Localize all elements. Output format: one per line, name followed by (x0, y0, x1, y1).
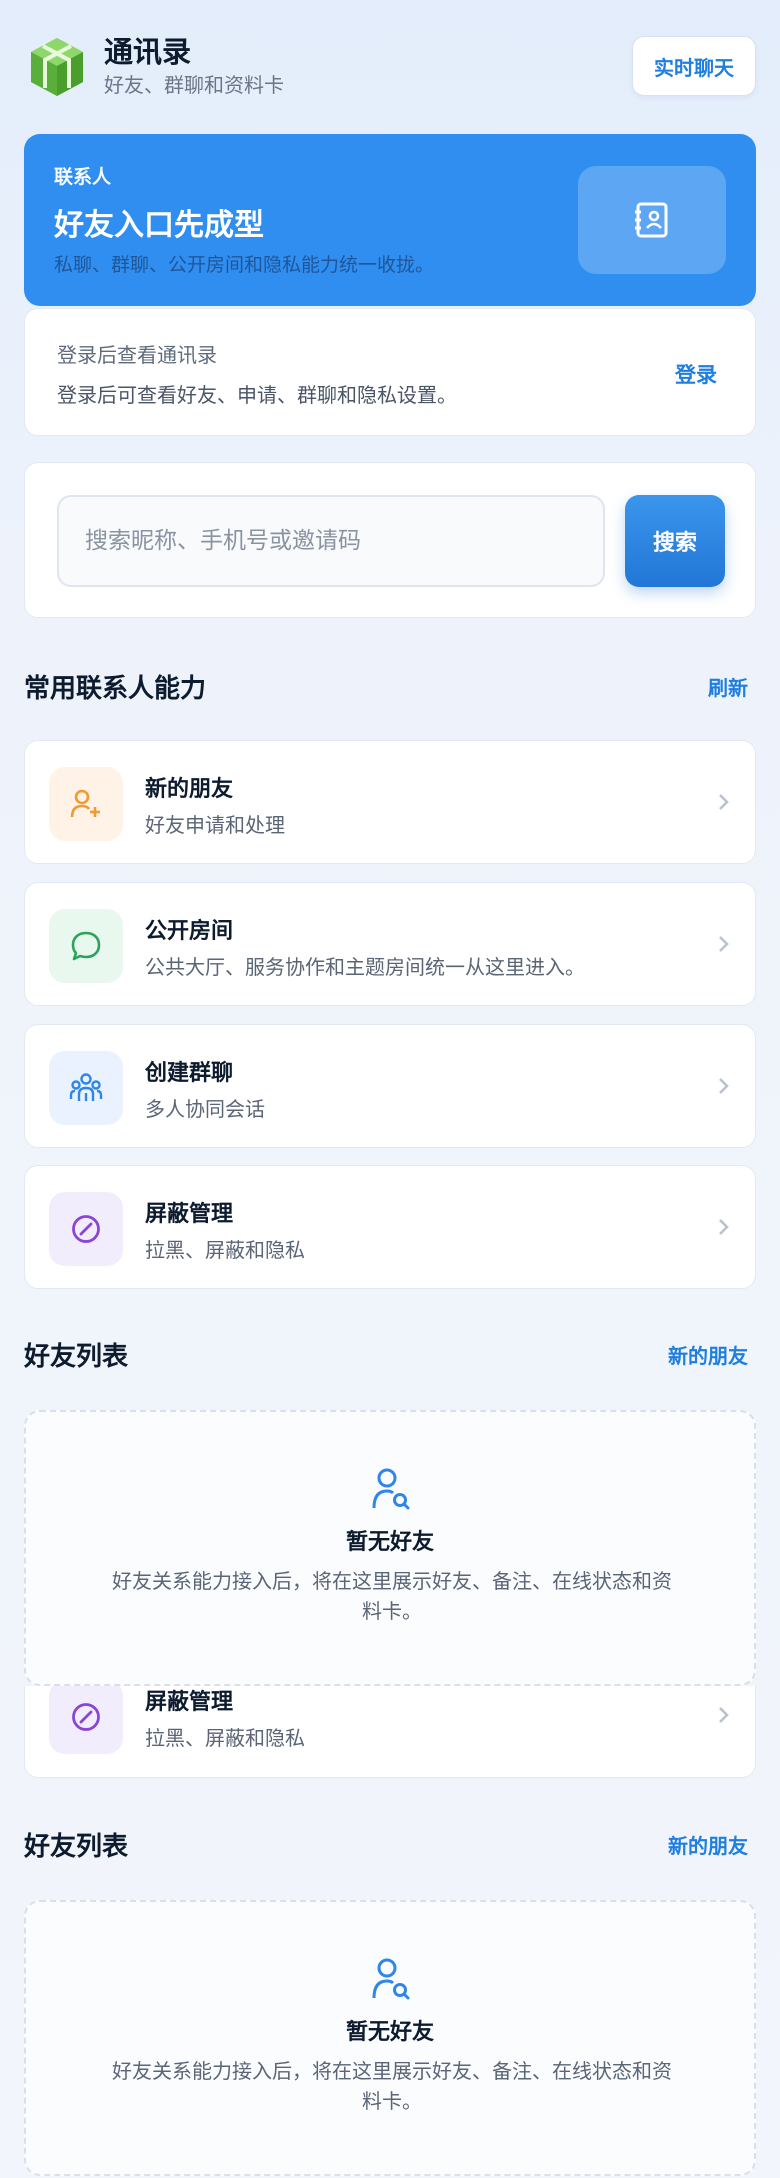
chevron-right-icon (719, 1707, 729, 1723)
login-button[interactable]: 登录 (675, 359, 717, 389)
friends-section-header: 好友列表 新的朋友 (24, 1826, 756, 1866)
login-card: 登录后查看通讯录 登录后可查看好友、申请、群聊和隐私设置。 登录 (24, 308, 756, 436)
feature-description: 多人协同会话 (145, 1097, 265, 1121)
feature-new-friends[interactable]: 新的朋友 好友申请和处理 (24, 740, 756, 864)
refresh-button[interactable]: 刷新 (708, 672, 748, 701)
feature-title: 屏蔽管理 (145, 1202, 234, 1227)
app-title: 通讯录 (104, 35, 192, 69)
empty-description: 好友关系能力接入后，将在这里展示好友、备注、在线状态和资料卡。 (112, 2059, 672, 2113)
app-header: 通讯录 好友、群聊和资料卡 实时聊天 (28, 34, 756, 100)
new-friends-link[interactable]: 新的朋友 (668, 1830, 748, 1859)
search-input[interactable] (57, 495, 605, 587)
friends-section-title: 好友列表 (24, 1342, 129, 1372)
hero-description: 私聊、群聊、公开房间和隐私能力统一收拢。 (54, 254, 435, 276)
feature-title: 屏蔽管理 (145, 1690, 234, 1715)
add-user-icon (49, 767, 123, 841)
user-search-icon (372, 1958, 410, 2000)
feature-title: 创建群聊 (145, 1061, 234, 1086)
features-section-title: 常用联系人能力 (24, 674, 207, 704)
empty-description: 好友关系能力接入后，将在这里展示好友、备注、在线状态和资料卡。 (112, 1569, 672, 1623)
block-icon (49, 1192, 123, 1266)
chevron-right-icon (719, 1078, 729, 1094)
empty-title: 暂无好友 (345, 2020, 434, 2045)
feature-description: 公共大厅、服务协作和主题房间统一从这里进入。 (145, 955, 585, 979)
block-icon (49, 1686, 123, 1754)
search-button[interactable]: 搜索 (625, 495, 725, 587)
chat-bubble-icon (49, 909, 123, 983)
hero-kicker: 联系人 (54, 166, 112, 188)
feature-description: 拉黑、屏蔽和隐私 (145, 1238, 305, 1262)
hero-title: 好友入口先成型 (54, 208, 264, 243)
chevron-right-icon (719, 794, 729, 810)
login-title: 登录后查看通讯录 (57, 343, 217, 367)
group-icon (49, 1051, 123, 1125)
friends-section-header: 好友列表 新的朋友 (24, 1336, 756, 1376)
feature-public-rooms[interactable]: 公开房间 公共大厅、服务协作和主题房间统一从这里进入。 (24, 882, 756, 1006)
chevron-right-icon (719, 936, 729, 952)
login-description: 登录后可查看好友、申请、群聊和隐私设置。 (57, 383, 457, 407)
feature-block-management[interactable]: 屏蔽管理 拉黑、屏蔽和隐私 (24, 1686, 756, 1778)
chevron-right-icon (719, 1219, 729, 1235)
friends-section-title: 好友列表 (24, 1832, 129, 1862)
feature-title: 新的朋友 (145, 777, 234, 802)
feature-description: 好友申请和处理 (145, 813, 285, 837)
friends-empty-state: 暂无好友 好友关系能力接入后，将在这里展示好友、备注、在线状态和资料卡。 (24, 1410, 756, 1686)
hero-banner: 联系人 好友入口先成型 私聊、群聊、公开房间和隐私能力统一收拢。 (24, 134, 756, 306)
empty-title: 暂无好友 (345, 1530, 434, 1555)
feature-title: 公开房间 (145, 919, 234, 944)
user-search-icon (372, 1468, 410, 1510)
contact-book-icon (578, 166, 726, 274)
app-logo-icon (31, 38, 83, 96)
feature-create-group[interactable]: 创建群聊 多人协同会话 (24, 1024, 756, 1148)
features-section-header: 常用联系人能力 刷新 (24, 668, 756, 708)
app-subtitle: 好友、群聊和资料卡 (104, 73, 284, 97)
feature-block-management[interactable]: 屏蔽管理 拉黑、屏蔽和隐私 (24, 1165, 756, 1289)
friends-empty-state: 暂无好友 好友关系能力接入后，将在这里展示好友、备注、在线状态和资料卡。 (24, 1900, 756, 2176)
realtime-chat-button[interactable]: 实时聊天 (632, 36, 756, 96)
search-card: 搜索 (24, 462, 756, 618)
new-friends-link[interactable]: 新的朋友 (668, 1340, 748, 1369)
feature-description: 拉黑、屏蔽和隐私 (145, 1726, 305, 1750)
